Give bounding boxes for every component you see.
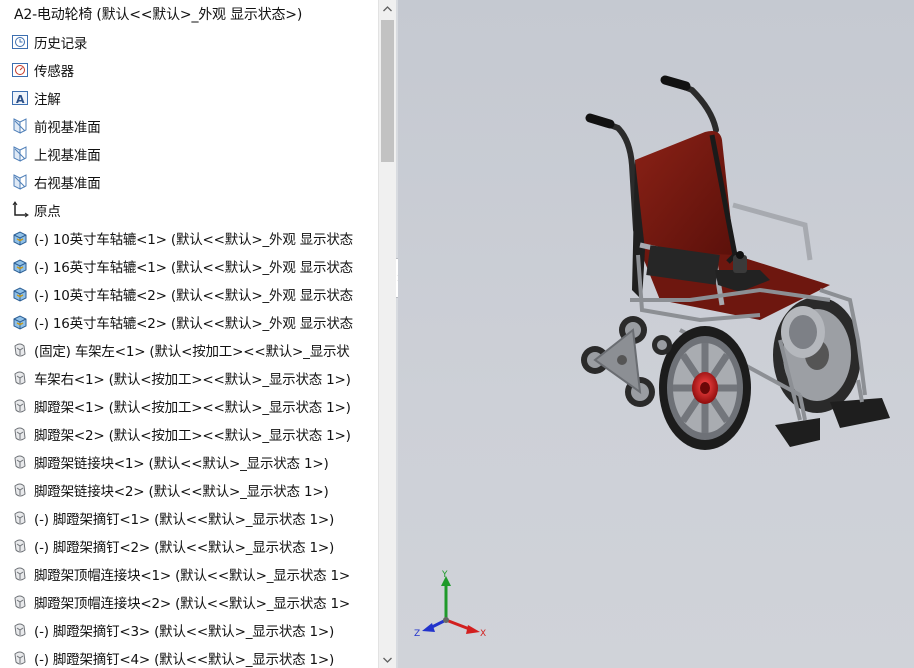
tree-item-label: 脚蹬架链接块<2> (默认<<默认>_显示状态 1>) <box>34 484 329 500</box>
part-icon <box>10 536 30 556</box>
subassembly-icon <box>10 312 30 332</box>
tree-item-label: 历史记录 <box>34 36 88 52</box>
scroll-thumb[interactable] <box>381 20 394 162</box>
tree-item[interactable]: 历史记录 <box>0 28 378 56</box>
tree-item[interactable]: (-) 16英寸车轱辘<1> (默认<<默认>_外观 显示状态 <box>0 252 378 280</box>
axis-x-label: X <box>480 629 486 639</box>
origin-icon <box>10 200 30 220</box>
assembly-icon <box>0 4 10 24</box>
tree-item-label: 上视基准面 <box>34 148 101 164</box>
axis-y-label: Y <box>441 570 448 580</box>
axis-triad: Y X Z <box>414 570 486 639</box>
tree-item-label: (-) 脚蹬架摘钉<1> (默认<<默认>_显示状态 1>) <box>34 512 335 528</box>
graphics-viewport[interactable]: Y X Z <box>398 0 914 668</box>
tree-item[interactable]: 脚蹬架顶帽连接块<1> (默认<<默认>_显示状态 1> <box>0 560 378 588</box>
part-icon <box>10 648 30 668</box>
tree-item-label: 前视基准面 <box>34 120 101 136</box>
tree-item[interactable]: (-) 脚蹬架摘钉<4> (默认<<默认>_显示状态 1>) <box>0 644 378 668</box>
wheelchair-model[interactable] <box>398 0 914 668</box>
tree-item[interactable]: 脚蹬架链接块<1> (默认<<默认>_显示状态 1>) <box>0 448 378 476</box>
tree-item-label: 脚蹬架链接块<1> (默认<<默认>_显示状态 1>) <box>34 456 329 472</box>
rear-wheel-left <box>659 326 751 450</box>
tree-item-label: 脚蹬架顶帽连接块<2> (默认<<默认>_显示状态 1> <box>34 596 351 612</box>
part-icon <box>10 480 30 500</box>
svg-text:A: A <box>16 93 25 106</box>
tree-item-label: (-) 10英寸车轱辘<2> (默认<<默认>_外观 显示状态 <box>34 288 353 304</box>
tree-item[interactable]: A 注解 <box>0 84 378 112</box>
tree-item-label: (-) 脚蹬架摘钉<2> (默认<<默认>_显示状态 1>) <box>34 540 335 556</box>
part-icon <box>10 564 30 584</box>
annotation-icon: A <box>10 88 30 108</box>
tree-item-label: 传感器 <box>34 64 74 80</box>
subassembly-icon <box>10 284 30 304</box>
tree-item[interactable]: (-) 10英寸车轱辘<2> (默认<<默认>_外观 显示状态 <box>0 280 378 308</box>
hub-motor <box>781 306 825 358</box>
plane-icon <box>10 116 30 136</box>
tree-item[interactable]: (-) 脚蹬架摘钉<2> (默认<<默认>_显示状态 1>) <box>0 532 378 560</box>
tree-item-label: 注解 <box>34 92 61 108</box>
scroll-down-arrow-icon[interactable] <box>379 651 396 668</box>
tree-item[interactable]: (-) 16英寸车轱辘<2> (默认<<默认>_外观 显示状态 <box>0 308 378 336</box>
tree-item-label: (-) 脚蹬架摘钉<4> (默认<<默认>_显示状态 1>) <box>34 652 335 668</box>
part-icon <box>10 424 30 444</box>
tree-item[interactable]: 车架右<1> (默认<按加工><<默认>_显示状态 1>) <box>0 364 378 392</box>
front-caster-wheels <box>581 316 672 407</box>
part-icon <box>10 508 30 528</box>
part-icon <box>10 592 30 612</box>
tree-item[interactable]: 前视基准面 <box>0 112 378 140</box>
tree-item[interactable]: 脚蹬架<1> (默认<按加工><<默认>_显示状态 1>) <box>0 392 378 420</box>
tree-item-label: (-) 16英寸车轱辘<1> (默认<<默认>_外观 显示状态 <box>34 260 353 276</box>
tree-item-label: 右视基准面 <box>34 176 101 192</box>
tree-item-label: 脚蹬架<2> (默认<按加工><<默认>_显示状态 1>) <box>34 428 351 444</box>
subassembly-icon <box>10 228 30 248</box>
tree-item-label: 原点 <box>34 204 61 220</box>
history-icon <box>10 32 30 52</box>
tree-item-label: 脚蹬架顶帽连接块<1> (默认<<默认>_显示状态 1> <box>34 568 351 584</box>
tree-item[interactable]: (固定) 车架左<1> (默认<按加工><<默认>_显示状 <box>0 336 378 364</box>
tree-item[interactable]: 右视基准面 <box>0 168 378 196</box>
tree-item[interactable]: 脚蹬架顶帽连接块<2> (默认<<默认>_显示状态 1> <box>0 588 378 616</box>
tree-item-label: 车架右<1> (默认<按加工><<默认>_显示状态 1>) <box>34 372 351 388</box>
sensor-icon <box>10 60 30 80</box>
part-icon <box>10 340 30 360</box>
part-icon <box>10 620 30 640</box>
scroll-up-arrow-icon[interactable] <box>379 0 396 17</box>
tree-item[interactable]: (-) 10英寸车轱辘<1> (默认<<默认>_外观 显示状态 <box>0 224 378 252</box>
subassembly-icon <box>10 256 30 276</box>
tree-item[interactable]: 传感器 <box>0 56 378 84</box>
part-icon <box>10 452 30 472</box>
tree-item-label: (-) 16英寸车轱辘<2> (默认<<默认>_外观 显示状态 <box>34 316 353 332</box>
tree-item[interactable]: 脚蹬架<2> (默认<按加工><<默认>_显示状态 1>) <box>0 420 378 448</box>
tree-item[interactable]: 原点 <box>0 196 378 224</box>
plane-icon <box>10 172 30 192</box>
tree-item[interactable]: 脚蹬架链接块<2> (默认<<默认>_显示状态 1>) <box>0 476 378 504</box>
tree-root-assembly[interactable]: A2-电动轮椅 (默认<<默认>_外观 显示状态>) <box>0 0 378 28</box>
tree-item[interactable]: (-) 脚蹬架摘钉<1> (默认<<默认>_显示状态 1>) <box>0 504 378 532</box>
part-icon <box>10 396 30 416</box>
axis-z-label: Z <box>414 629 420 639</box>
tree-item-label: (-) 脚蹬架摘钉<3> (默认<<默认>_显示状态 1>) <box>34 624 335 640</box>
tree-item[interactable]: (-) 脚蹬架摘钉<3> (默认<<默认>_显示状态 1>) <box>0 616 378 644</box>
plane-icon <box>10 144 30 164</box>
tree-item-label: (-) 10英寸车轱辘<1> (默认<<默认>_外观 显示状态 <box>34 232 353 248</box>
tree-item-label: 脚蹬架<1> (默认<按加工><<默认>_显示状态 1>) <box>34 400 351 416</box>
feature-tree-panel: A2-电动轮椅 (默认<<默认>_外观 显示状态>) 历史记录传感器 A 注解前视基… <box>0 0 378 668</box>
tree-item-label: (固定) 车架左<1> (默认<按加工><<默认>_显示状 <box>34 344 350 360</box>
tree-item[interactable]: 上视基准面 <box>0 140 378 168</box>
part-icon <box>10 368 30 388</box>
tree-root-label: A2-电动轮椅 (默认<<默认>_外观 显示状态>) <box>14 7 303 23</box>
tree-scrollbar[interactable] <box>378 0 396 668</box>
